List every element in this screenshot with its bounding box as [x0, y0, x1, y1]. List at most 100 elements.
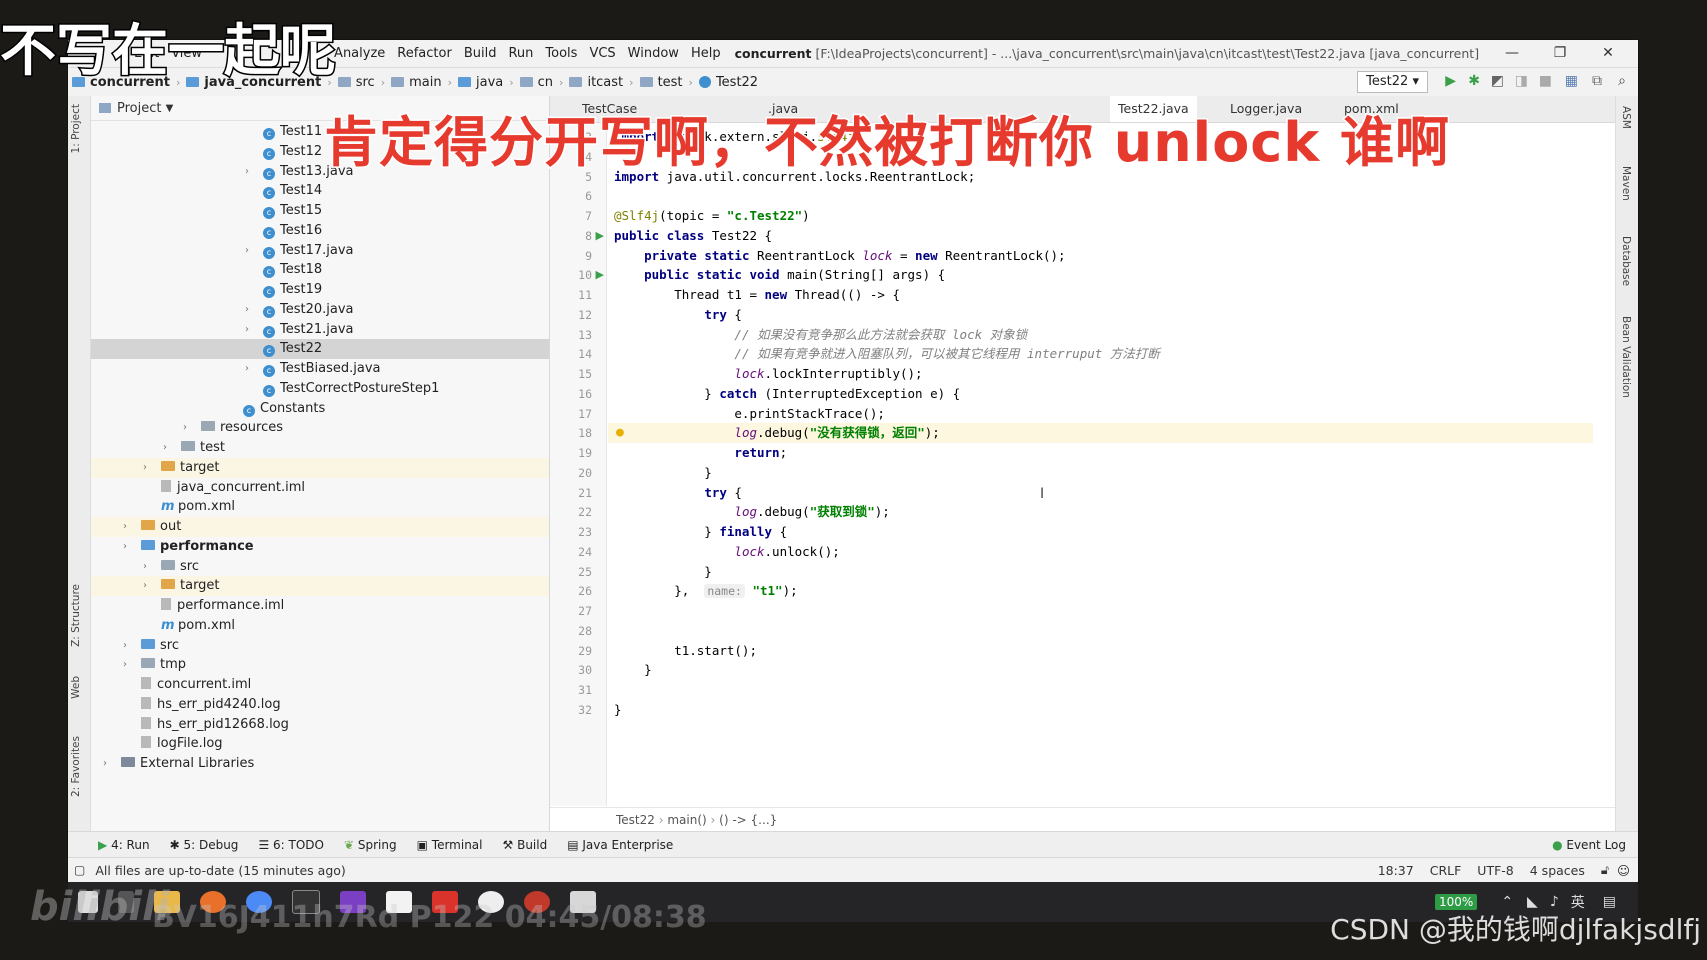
chevron-right-icon[interactable]: ›: [103, 754, 107, 774]
code-line[interactable]: [608, 621, 1593, 641]
tree-item[interactable]: c Constants: [91, 399, 549, 419]
menu-vcs[interactable]: VCS: [583, 46, 621, 61]
menu-tools[interactable]: Tools: [539, 46, 583, 61]
tree-item[interactable]: › out: [91, 517, 549, 537]
tree-item[interactable]: hs_err_pid4240.log: [91, 695, 549, 715]
tree-item[interactable]: hs_err_pid12668.log: [91, 715, 549, 735]
tree-item[interactable]: › c Test20.java: [91, 300, 549, 320]
code-line[interactable]: }: [608, 562, 1593, 582]
code-line[interactable]: try {: [608, 305, 1593, 325]
code-line[interactable]: Thread t1 = new Thread(() -> {: [608, 285, 1593, 305]
tree-item[interactable]: performance.iml: [91, 596, 549, 616]
breadcrumb-itcast[interactable]: itcast: [565, 75, 627, 90]
tree-item[interactable]: logFile.log: [91, 734, 549, 754]
tree-item[interactable]: › tmp: [91, 655, 549, 675]
code-line[interactable]: [608, 680, 1593, 700]
status-toggle-icon[interactable]: ▢: [74, 863, 85, 877]
tree-item[interactable]: › target: [91, 576, 549, 597]
minimize-button[interactable]: —: [1488, 40, 1536, 67]
restore-button[interactable]: ❐: [1536, 40, 1584, 67]
tree-item[interactable]: java_concurrent.iml: [91, 478, 549, 498]
tree-item[interactable]: m pom.xml: [91, 497, 549, 517]
code-line[interactable]: private static ReentrantLock lock = new …: [608, 246, 1593, 266]
lock-icon[interactable]: 🔓︎: [1593, 862, 1617, 878]
code-line[interactable]: lock.lockInterruptibly();: [608, 364, 1593, 384]
tree-item[interactable]: › c Test21.java: [91, 320, 549, 340]
caret-position[interactable]: 18:37: [1370, 863, 1422, 878]
menu-help[interactable]: Help: [685, 46, 727, 61]
tree-item[interactable]: › target: [91, 457, 549, 478]
chevron-right-icon[interactable]: ›: [163, 438, 167, 458]
code-line[interactable]: }: [608, 700, 1593, 720]
code-line[interactable]: } finally {: [608, 522, 1593, 542]
chevron-right-icon[interactable]: ›: [143, 557, 147, 577]
run-gutter-icon[interactable]: ▶: [596, 226, 604, 246]
tool-database[interactable]: Database: [1620, 236, 1632, 286]
chevron-right-icon[interactable]: ›: [245, 300, 249, 320]
tool-asm[interactable]: ASM: [1620, 106, 1632, 129]
run-icon[interactable]: ▶: [1445, 73, 1456, 89]
tree-item[interactable]: › c Test17.java: [91, 241, 549, 261]
code-line[interactable]: public static void main(String[] args) {: [608, 265, 1593, 285]
tree-item[interactable]: m pom.xml: [91, 616, 549, 636]
code-line[interactable]: } catch (InterruptedException e) {: [608, 384, 1593, 404]
tree-item[interactable]: c Test18: [91, 260, 549, 280]
editor-crumb-class[interactable]: Test22: [616, 813, 655, 827]
indent-setting[interactable]: 4 spaces: [1522, 863, 1593, 878]
lightbulb-icon[interactable]: ●: [616, 423, 624, 443]
chevron-right-icon[interactable]: ›: [245, 162, 249, 182]
tree-item[interactable]: c Test22: [91, 339, 549, 360]
menu-refactor[interactable]: Refactor: [391, 46, 458, 61]
code-line[interactable]: log.debug("没有获得锁，返回");: [608, 423, 1593, 444]
tree-item[interactable]: c Test14: [91, 181, 549, 201]
tree-item[interactable]: c Test15: [91, 201, 549, 221]
tree-item[interactable]: › src: [91, 557, 549, 577]
tool-favorites[interactable]: 2: Favorites: [70, 736, 82, 797]
tree-item[interactable]: › src: [91, 636, 549, 656]
code-line[interactable]: [608, 601, 1593, 621]
breadcrumb-src[interactable]: src: [334, 75, 379, 90]
code-line[interactable]: }: [608, 660, 1593, 680]
chevron-right-icon[interactable]: ›: [123, 655, 127, 675]
breadcrumb-java[interactable]: java: [454, 75, 507, 90]
menu-analyze[interactable]: Analyze: [328, 46, 391, 61]
tool-web[interactable]: Web: [70, 676, 82, 699]
layout-icon[interactable]: ⧉: [1592, 73, 1602, 89]
editor-crumb-method[interactable]: main(): [667, 813, 706, 827]
code-line[interactable]: try {: [608, 483, 1593, 503]
code-line[interactable]: [608, 186, 1593, 206]
code-line[interactable]: e.printStackTrace();: [608, 404, 1593, 424]
tool-structure[interactable]: Z: Structure: [70, 584, 82, 647]
line-separator[interactable]: CRLF: [1422, 863, 1470, 878]
chevron-right-icon[interactable]: ›: [143, 458, 147, 478]
menu-build[interactable]: Build: [458, 46, 503, 61]
tree-item[interactable]: › resources: [91, 418, 549, 438]
chevron-right-icon[interactable]: ›: [245, 359, 249, 379]
tool-maven[interactable]: Maven: [1620, 166, 1632, 201]
code-line[interactable]: }: [608, 463, 1593, 483]
code-line[interactable]: public class Test22 {: [608, 226, 1593, 246]
tree-item[interactable]: concurrent.iml: [91, 675, 549, 695]
code-line[interactable]: // 如果有竞争就进入阻塞队列，可以被其它线程用 interruput 方法打断: [608, 344, 1593, 364]
code-line[interactable]: t1.start();: [608, 641, 1593, 661]
code-line[interactable]: // 如果没有竞争那么此方法就会获取 lock 对象锁: [608, 325, 1593, 345]
tool-project[interactable]: 1: Project: [70, 104, 82, 153]
tool-run[interactable]: ▶ 4: Run: [90, 838, 162, 852]
file-encoding[interactable]: UTF-8: [1469, 863, 1521, 878]
tool-terminal[interactable]: ▣ Terminal: [409, 838, 495, 852]
tool-bean-validation[interactable]: Bean Validation: [1620, 316, 1632, 398]
editor-crumb-lambda[interactable]: () -> {...}: [719, 813, 777, 827]
tool-todo[interactable]: ☰ 6: TODO: [250, 838, 336, 852]
breadcrumb-cn[interactable]: cn: [516, 75, 557, 90]
search-icon[interactable]: ⌕: [1618, 73, 1626, 89]
tree-item[interactable]: › c TestBiased.java: [91, 359, 549, 379]
tree-item[interactable]: c TestCorrectPostureStep1: [91, 379, 549, 399]
coverage-icon[interactable]: ◩: [1491, 73, 1504, 89]
tool-spring[interactable]: ❦ Spring: [336, 838, 409, 852]
tool-java-enterprise[interactable]: ▤ Java Enterprise: [559, 838, 685, 852]
code-line[interactable]: lock.unlock();: [608, 542, 1593, 562]
tree-item[interactable]: › External Libraries: [91, 754, 549, 774]
code-line[interactable]: log.debug("获取到锁");: [608, 502, 1593, 522]
tool-build[interactable]: ⚒ Build: [495, 838, 560, 852]
event-log[interactable]: ● Event Log: [1544, 838, 1638, 852]
